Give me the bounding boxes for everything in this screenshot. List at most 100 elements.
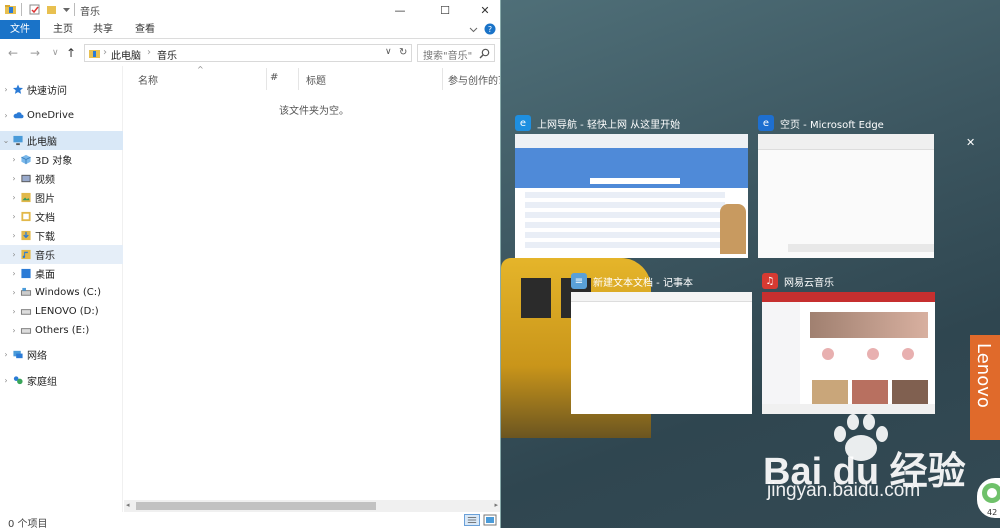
nav-label: 下载: [35, 232, 55, 243]
homegroup-icon: [13, 376, 23, 385]
column-separator[interactable]: [442, 68, 443, 90]
help-icon[interactable]: ?: [484, 23, 496, 35]
preview-notification: [788, 244, 934, 252]
column-header-number[interactable]: #: [270, 72, 278, 83]
badge-number: 42: [987, 508, 998, 517]
navigation-pane: › 快速访问 › OneDrive ⌄ 此电脑 › 3D 对象 › 视频 › 图…: [0, 66, 123, 512]
window-preview: [758, 134, 934, 258]
forward-button[interactable]: →: [30, 46, 40, 60]
chevron-right-icon[interactable]: ›: [8, 269, 20, 278]
nav-item-drive-d[interactable]: › LENOVO (D:): [0, 302, 123, 321]
scroll-left-icon[interactable]: ◂: [126, 501, 130, 509]
sort-ascending-icon: ^: [197, 65, 204, 74]
snap-tile-netease-music[interactable]: ♫ 网易云音乐: [762, 270, 936, 418]
customize-dropdown-icon[interactable]: [60, 3, 73, 16]
nav-item-drive-e[interactable]: › Others (E:): [0, 321, 123, 340]
preview-searchbar: [590, 178, 680, 184]
nav-label: 快速访问: [27, 86, 67, 97]
edge-icon: e: [758, 115, 774, 131]
chevron-down-icon[interactable]: ⌄: [0, 136, 12, 145]
chevron-right-icon[interactable]: ›: [8, 174, 20, 183]
chevron-right-icon[interactable]: ›: [8, 288, 20, 297]
scrollbar-thumb[interactable]: [136, 502, 376, 510]
address-bar[interactable]: › 此电脑 › 音乐 ∨ ↻: [84, 44, 412, 62]
nav-label: 家庭组: [27, 377, 57, 388]
preview-header: [762, 292, 935, 302]
snap-tile-notepad[interactable]: ≡ 新建文本文档 - 记事本: [571, 270, 753, 418]
chevron-right-icon[interactable]: ›: [8, 326, 20, 335]
breadcrumb-music[interactable]: 音乐: [157, 47, 177, 62]
tab-home[interactable]: 主页: [46, 20, 80, 39]
chevron-right-icon[interactable]: ›: [8, 155, 20, 164]
address-dropdown-button[interactable]: ∨: [385, 47, 392, 57]
chevron-right-icon[interactable]: ›: [8, 212, 20, 221]
column-separator[interactable]: [298, 68, 299, 90]
nav-item-desktop[interactable]: › 桌面: [0, 264, 123, 283]
cloud-icon: [13, 112, 24, 119]
nav-item-documents[interactable]: › 文档: [0, 207, 123, 226]
window-preview: [571, 292, 752, 414]
column-separator[interactable]: [266, 68, 267, 90]
minimize-button[interactable]: —: [380, 0, 420, 20]
nav-item-pictures[interactable]: › 图片: [0, 188, 123, 207]
nav-item-homegroup[interactable]: › 家庭组: [0, 371, 123, 390]
details-view-icon[interactable]: [464, 514, 480, 526]
column-header-name[interactable]: 名称: [138, 72, 158, 87]
nav-item-videos[interactable]: › 视频: [0, 169, 123, 188]
column-header-contributing-artists[interactable]: 参与创作的艺: [448, 72, 500, 87]
scroll-right-icon[interactable]: ▸: [494, 501, 498, 509]
up-button[interactable]: ↑: [66, 46, 76, 60]
tab-view[interactable]: 查看: [128, 20, 162, 39]
expand-ribbon-icon[interactable]: [469, 25, 478, 34]
nav-item-onedrive[interactable]: › OneDrive: [0, 106, 123, 125]
file-list-view[interactable]: 名称 ^ # 标题 参与创作的艺 该文件夹为空。 ◂ ▸: [124, 65, 500, 512]
preview-shortcut: [867, 348, 879, 360]
nav-item-music[interactable]: › 音乐: [0, 245, 123, 264]
snap-tile-ie[interactable]: e 上网导航 - 轻快上网 从这里开始: [515, 112, 750, 262]
recent-locations-dropdown[interactable]: ∨: [52, 48, 59, 58]
tile-header: e 上网导航 - 轻快上网 从这里开始: [515, 112, 680, 134]
chevron-right-icon[interactable]: ›: [0, 376, 12, 385]
chevron-right-icon[interactable]: ›: [0, 350, 12, 359]
close-button[interactable]: ✕: [465, 0, 500, 20]
chevron-right-icon[interactable]: ›: [0, 85, 12, 94]
nav-item-downloads[interactable]: › 下载: [0, 226, 123, 245]
search-input[interactable]: 搜索"音乐": [417, 44, 495, 62]
item-count: 0 个项目: [8, 519, 48, 528]
properties-icon[interactable]: [28, 3, 41, 16]
refresh-button[interactable]: ↻: [399, 47, 407, 58]
nav-label: Windows (C:): [35, 287, 101, 298]
chevron-right-icon[interactable]: ›: [8, 307, 20, 316]
column-header-title[interactable]: 标题: [306, 72, 326, 87]
nav-label: 3D 对象: [35, 156, 73, 167]
chevron-right-icon[interactable]: ›: [8, 250, 20, 259]
ie-icon: e: [515, 115, 531, 131]
music-icon: [21, 249, 31, 260]
tab-share[interactable]: 共享: [86, 20, 120, 39]
back-button[interactable]: ←: [8, 46, 18, 60]
address-row: ← → ∨ ↑ › 此电脑 › 音乐 ∨ ↻ 搜索"音乐": [0, 40, 500, 66]
breadcrumb-this-pc[interactable]: 此电脑: [111, 47, 141, 62]
close-icon[interactable]: ✕: [966, 136, 975, 149]
maximize-button[interactable]: ☐: [425, 0, 465, 20]
nav-item-drive-c[interactable]: › Windows (C:): [0, 283, 123, 302]
large-icons-view-icon[interactable]: [483, 514, 497, 526]
nav-label: OneDrive: [27, 110, 75, 121]
breadcrumb-separator: ›: [103, 47, 107, 58]
lenovo-logo: Lenovo: [970, 335, 1000, 440]
chevron-right-icon[interactable]: ›: [0, 111, 12, 120]
chevron-right-icon[interactable]: ›: [8, 193, 20, 202]
nav-item-this-pc[interactable]: ⌄ 此电脑: [0, 131, 123, 150]
nav-item-quick-access[interactable]: › 快速访问: [0, 80, 123, 99]
horizontal-scrollbar[interactable]: ◂ ▸: [124, 500, 500, 512]
nav-item-network[interactable]: › 网络: [0, 345, 123, 364]
chevron-right-icon[interactable]: ›: [8, 231, 20, 240]
preview-toolbar: [515, 134, 748, 148]
preview-shortcut: [902, 348, 914, 360]
tab-file[interactable]: 文件: [0, 20, 40, 39]
nav-label: 此电脑: [27, 137, 57, 148]
snap-tile-edge[interactable]: e 空页 - Microsoft Edge ✕: [758, 112, 975, 262]
notepad-icon: ≡: [571, 273, 587, 289]
new-folder-icon[interactable]: [45, 3, 58, 16]
nav-item-3d-objects[interactable]: › 3D 对象: [0, 150, 123, 169]
